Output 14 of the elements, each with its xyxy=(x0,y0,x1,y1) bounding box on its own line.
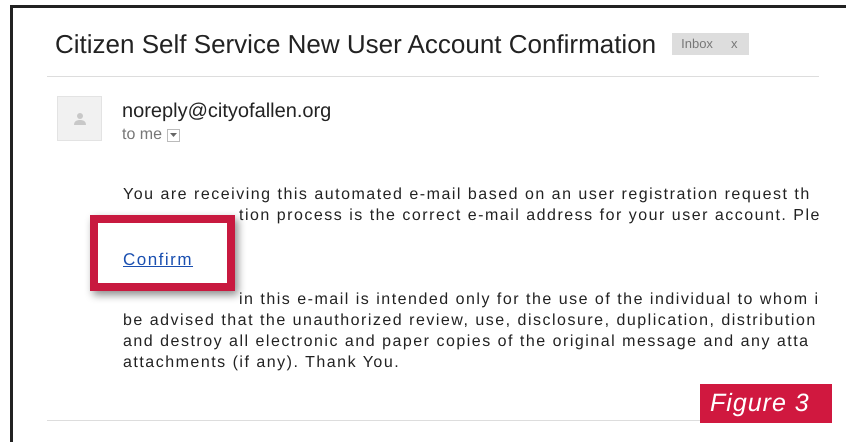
figure-caption: Figure 3 xyxy=(700,384,832,423)
recipient-text: to me xyxy=(122,126,162,144)
body-text-line: be advised that the unauthorized review, use, disclosure, duplication, distribution xyxy=(123,311,818,331)
label-text: Inbox xyxy=(681,36,713,51)
body-text-line: and destroy all electronic and paper copies of the original message and any atta xyxy=(123,332,811,352)
body-text-line: You are receiving this automated e-mail based on an user registration request th xyxy=(123,185,812,205)
confirm-link[interactable]: Confirm xyxy=(123,249,194,270)
email-subject: Citizen Self Service New User Account Confirmation xyxy=(55,28,656,60)
details-dropdown-icon[interactable] xyxy=(167,128,180,142)
body-text-line: tion process is the correct e-mail address for your user account. Ple xyxy=(238,206,819,226)
body-text-line: attachments (if any). Thank You. xyxy=(123,353,402,373)
sender-address: noreply@cityofallen.org xyxy=(122,100,332,123)
body-text-line: in this e-mail is intended only for the use of the individual to whom i xyxy=(238,290,819,310)
avatar-icon xyxy=(57,96,102,141)
